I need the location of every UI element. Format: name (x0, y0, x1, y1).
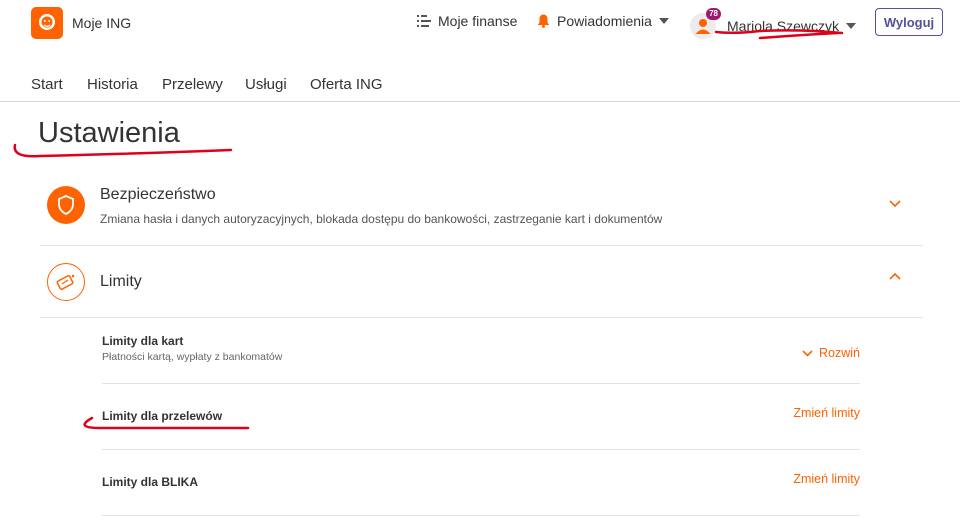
page-title: Ustawienia (38, 117, 180, 149)
rozwin-button[interactable]: Rozwiń (802, 346, 860, 360)
chevron-up-icon[interactable] (889, 272, 901, 280)
caret-down-icon (658, 18, 669, 24)
app-title: Moje ING (72, 15, 132, 31)
top-header: Moje ING Moje finanse Powiadomienia 78 M… (0, 0, 960, 46)
moje-finanse-label: Moje finanse (438, 13, 518, 29)
logout-button[interactable]: Wyloguj (875, 8, 943, 36)
zmien-limity-przelewy-button[interactable]: Zmień limity (793, 406, 860, 420)
section-description: Zmiana hasła i danych autoryzacyjnych, b… (100, 212, 663, 226)
main-nav: Start Historia Przelewy Usługi Oferta IN… (0, 66, 960, 102)
nav-item-uslugi[interactable]: Usługi (245, 76, 287, 93)
section-title: Bezpieczeństwo (100, 186, 216, 203)
section-limity[interactable]: Limity (40, 246, 923, 318)
list-icon (417, 15, 431, 27)
moje-finanse-link[interactable]: Moje finanse (417, 13, 517, 29)
limits-icon (47, 263, 85, 301)
limit-row-title: Limity dla przelewów (102, 409, 223, 423)
notifications-label: Powiadomienia (557, 13, 652, 29)
section-title: Limity (100, 273, 142, 290)
limit-row-karty: Limity dla kart Płatności kartą, wypłaty… (102, 318, 860, 384)
shield-icon (47, 186, 85, 224)
limit-row-przelewy: Limity dla przelewów Zmień limity (102, 384, 860, 450)
notification-count-badge: 78 (706, 8, 721, 20)
chevron-down-icon[interactable] (889, 200, 901, 208)
limit-row-description: Płatności kartą, wypłaty z bankomatów (102, 351, 283, 363)
nav-item-start[interactable]: Start (31, 76, 63, 93)
limit-row-blik: Limity dla BLIKA Zmień limity (102, 450, 860, 516)
section-bezpieczenstwo[interactable]: Bezpieczeństwo Zmiana hasła i danych aut… (40, 164, 923, 246)
notifications-menu[interactable]: Powiadomienia (537, 13, 669, 29)
user-name: Mariola Szewczyk (727, 18, 840, 34)
rozwin-label: Rozwiń (819, 346, 860, 360)
ing-lion-logo[interactable] (31, 7, 63, 39)
nav-item-historia[interactable]: Historia (87, 76, 138, 93)
avatar: 78 (690, 8, 721, 39)
chevron-down-icon (802, 349, 813, 357)
nav-item-przelewy[interactable]: Przelewy (162, 76, 223, 93)
user-menu[interactable]: 78 Mariola Szewczyk (690, 8, 857, 39)
limit-row-title: Limity dla kart (102, 334, 184, 348)
nav-item-oferta-ing[interactable]: Oferta ING (310, 76, 383, 93)
caret-down-icon (846, 23, 857, 29)
bell-icon (537, 14, 550, 28)
zmien-limity-blik-button[interactable]: Zmień limity (793, 472, 860, 486)
limit-row-title: Limity dla BLIKA (102, 475, 199, 489)
